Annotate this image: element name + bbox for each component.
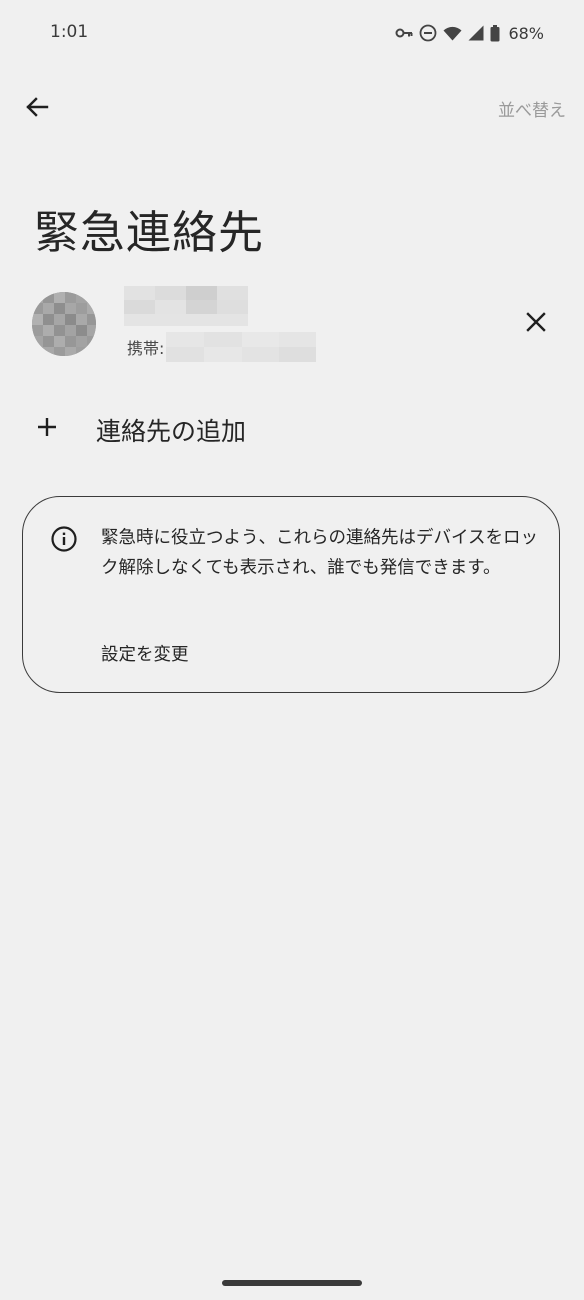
gesture-navigation-bar[interactable]	[222, 1280, 362, 1286]
change-settings-link[interactable]: 設定を変更	[101, 641, 189, 666]
do-not-disturb-icon	[419, 24, 437, 42]
phone-type-label: 携帯:	[127, 339, 165, 358]
close-icon	[526, 312, 546, 336]
status-bar: 1:01 68%	[0, 0, 584, 66]
reorder-button[interactable]: 並べ替え	[498, 96, 566, 121]
wifi-icon	[443, 26, 462, 41]
cell-signal-icon	[468, 25, 484, 41]
status-icons: 68%	[395, 22, 544, 44]
contact-phone: 携帯:	[127, 332, 317, 362]
contact-row[interactable]: 携帯:	[0, 282, 584, 366]
plus-icon	[32, 412, 62, 442]
status-time: 1:01	[50, 22, 89, 42]
back-button[interactable]	[16, 88, 58, 130]
add-contact-button[interactable]: 連絡先の追加	[0, 396, 584, 460]
app-bar: 並べ替え	[0, 80, 584, 136]
contact-name-redacted	[124, 286, 248, 326]
add-contact-label: 連絡先の追加	[96, 417, 247, 446]
info-icon	[50, 525, 78, 553]
page-title: 緊急連絡先	[34, 206, 265, 259]
info-card: 緊急時に役立つよう、これらの連絡先はデバイスをロック解除しなくても表示され、誰で…	[22, 496, 560, 693]
battery-icon	[490, 24, 500, 42]
battery-percent: 68%	[508, 23, 544, 43]
avatar	[32, 292, 96, 356]
info-text: 緊急時に役立つよう、これらの連絡先はデバイスをロック解除しなくても表示され、誰で…	[101, 528, 538, 578]
vpn-key-icon	[395, 27, 413, 39]
remove-contact-button[interactable]	[518, 306, 554, 342]
phone-number-redacted	[166, 332, 317, 362]
arrow-back-icon	[25, 97, 49, 121]
